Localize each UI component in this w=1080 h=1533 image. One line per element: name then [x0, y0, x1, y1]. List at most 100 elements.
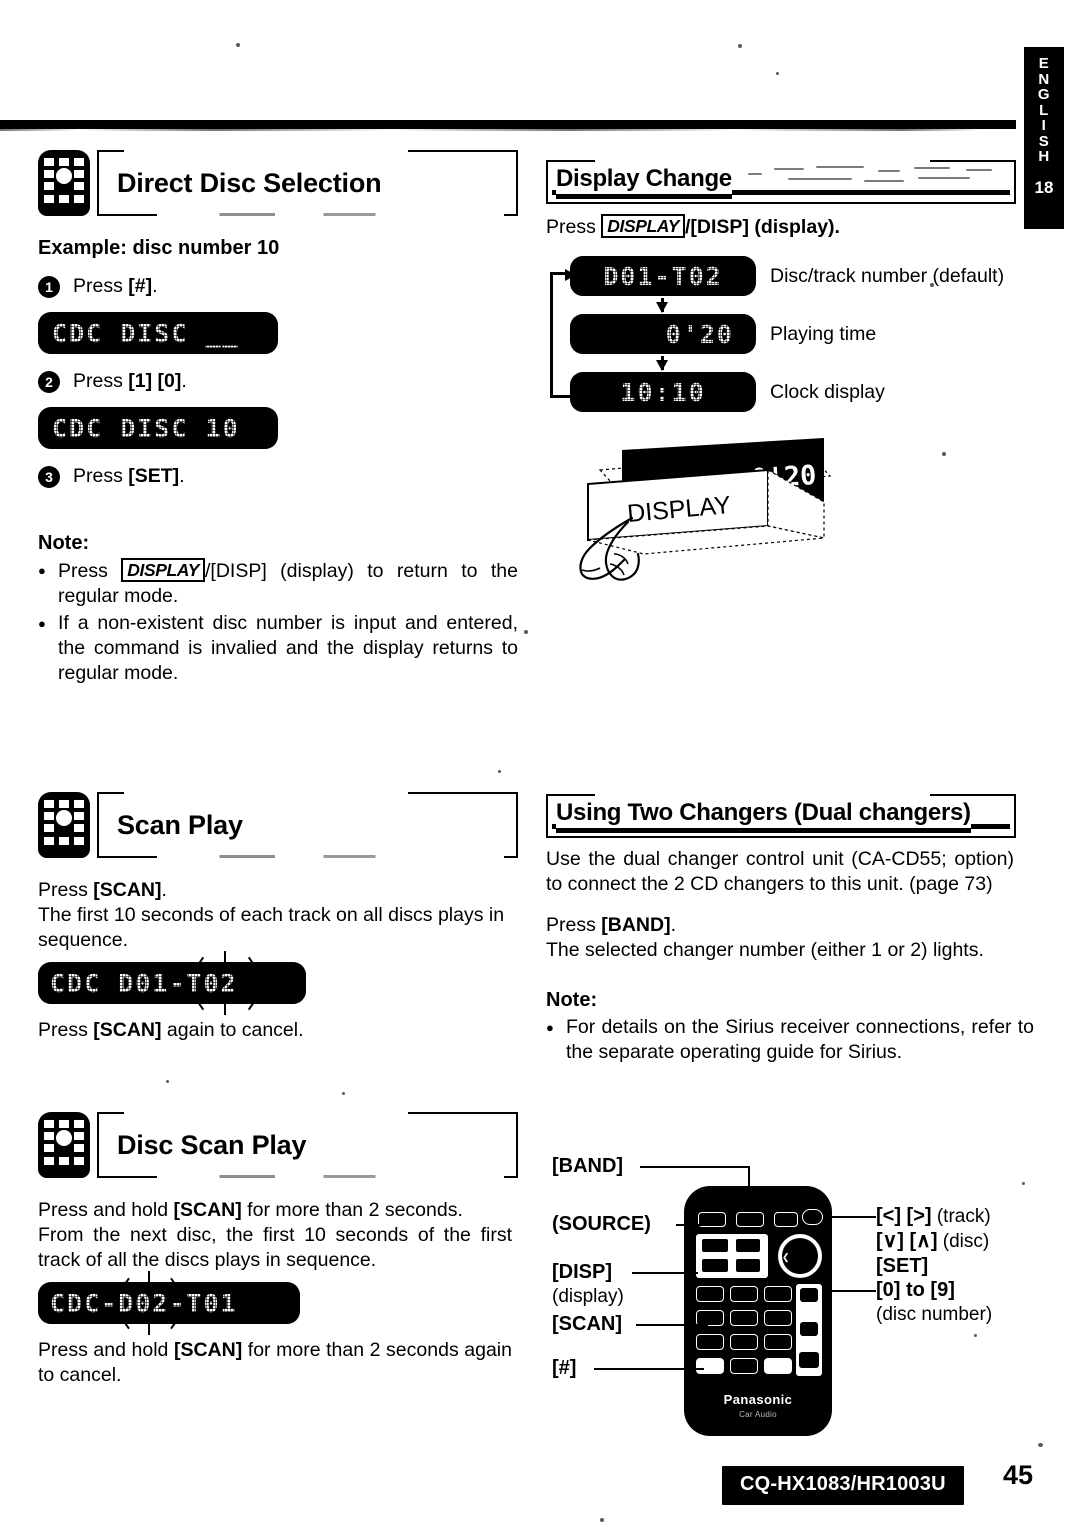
page-number: 45 — [1003, 1460, 1034, 1490]
scan-speck — [524, 630, 528, 634]
note-item: Press DISPLAY/[DISP] (display) to return… — [38, 558, 518, 609]
dial-left-chevron-icon: ❮ — [782, 1252, 790, 1262]
instruction-body: From the next disc, the first 10 seconds… — [38, 1224, 512, 1271]
remote-panel-functions — [696, 1234, 768, 1278]
remote-button-sq[interactable] — [736, 1239, 760, 1252]
remote-volume-panel — [796, 1284, 822, 1376]
scan-speck — [498, 770, 501, 773]
section-title-box: Scan Play — [97, 792, 518, 858]
note-item: For details on the Sirius receiver conne… — [546, 1015, 1034, 1065]
remote-button-scan[interactable] — [736, 1259, 760, 1272]
callout-track-disc-set: [<] [>] (track) [∨] [∧] (disc) [SET] — [876, 1205, 991, 1277]
flow-arrow — [656, 356, 668, 371]
remote-key-hash[interactable] — [696, 1358, 724, 1374]
step-3: 3 Press [SET]. — [38, 465, 518, 488]
leader-line-scan — [636, 1324, 708, 1326]
scan-speck — [776, 72, 779, 75]
flow-loop-arrow — [550, 268, 576, 398]
flow-step: D01-T02 Disc/track number (default) — [570, 256, 1004, 296]
lang-letter: E — [1038, 55, 1050, 72]
section-header: Using Two Changers (Dual changers) — [546, 794, 1016, 838]
remote-button-power[interactable] — [802, 1209, 823, 1225]
remote-button-random[interactable] — [702, 1259, 728, 1272]
model-number-badge: CQ-HX1083/HR1003U — [722, 1466, 964, 1505]
lcd-display-disc-scan: CDC-D02-T01 — [38, 1271, 300, 1335]
leader-line-hash — [594, 1368, 704, 1370]
key-label: [1] [0] — [128, 370, 182, 392]
scan-speck — [600, 1518, 604, 1522]
lang-letter: N — [1038, 70, 1050, 88]
remote-volume-down[interactable] — [800, 1322, 818, 1336]
remote-key-2[interactable] — [730, 1286, 758, 1302]
lcd-display-disc-blank: CDC DISC __ — [38, 312, 278, 354]
callout-source: (SOURCE) — [552, 1213, 651, 1235]
key-label: [#] — [128, 275, 153, 297]
step-text: Press [#]. — [73, 275, 158, 297]
instruction-line: Press and hold [SCAN] for more than 2 se… — [38, 1199, 463, 1221]
example-label: Example: disc number 10 — [38, 237, 280, 259]
scan-speck — [930, 283, 934, 287]
section-title: Disc Scan Play — [117, 1129, 307, 1160]
remote-key-3[interactable] — [764, 1286, 792, 1302]
remote-button-band[interactable] — [736, 1212, 764, 1227]
brand-label: Panasonic — [723, 1392, 793, 1407]
section-title: Direct Disc Selection — [117, 167, 382, 198]
sub-brand-label: Car Audio — [739, 1410, 777, 1419]
display-panel-illustration: 0'20 DISPLAY — [556, 430, 846, 590]
scan-speck — [738, 44, 742, 48]
display-change-flow: D01-T02 Disc/track number (default) 0'20… — [546, 256, 1016, 416]
section-title-box: Direct Disc Selection — [97, 150, 518, 216]
press-display-instruction: Press DISPLAY/[DISP] (display). — [546, 214, 840, 238]
leader-line-band-v — [748, 1166, 750, 1204]
instruction-line: Press [SCAN]. — [38, 879, 167, 901]
manual-page: E N G L I S H 18 Direct Disc Selection E… — [0, 0, 1080, 1533]
remote-key-7[interactable] — [696, 1334, 724, 1350]
disp-key-label: /[DISP] (display). — [685, 216, 840, 238]
remote-key-1[interactable] — [696, 1286, 724, 1302]
key-label: [SET] — [128, 465, 180, 487]
chapter-number: 18 — [1034, 177, 1054, 197]
remote-button-disp[interactable] — [702, 1239, 728, 1252]
remote-key-9[interactable] — [764, 1334, 792, 1350]
display-key-box: DISPLAY — [121, 558, 205, 582]
step-number: 1 — [38, 275, 60, 298]
lcd-disc-track: D01-T02 — [570, 256, 756, 296]
lang-letter: H — [1038, 148, 1050, 165]
leader-line-disp — [632, 1272, 698, 1274]
step-text: Press [1] [0]. — [73, 370, 187, 392]
scan-speck — [166, 1080, 169, 1083]
callout-band: [BAND] — [552, 1155, 624, 1177]
section-header: Disc Scan Play — [38, 1112, 518, 1178]
section-scan-play: Scan Play Press [SCAN]. The first 10 sec… — [38, 792, 518, 1043]
flow-label: Clock display — [770, 380, 885, 403]
scan-speck — [1038, 1443, 1043, 1447]
key-label: [SCAN] — [173, 1199, 242, 1221]
remote-key-5[interactable] — [730, 1310, 758, 1326]
header-rule — [0, 120, 1016, 131]
note-heading: Note: — [38, 532, 90, 554]
leader-line-track — [832, 1216, 876, 1218]
section-disc-scan-play: Disc Scan Play Press and hold [SCAN] for… — [38, 1112, 518, 1388]
step-number: 3 — [38, 465, 60, 488]
section-display-change: Display Change Press DISPLAY/[DISP] (dis… — [546, 160, 1016, 581]
instruction-cancel: Press [SCAN] again to cancel. — [38, 1019, 304, 1041]
leader-line-source — [676, 1224, 708, 1226]
key-label: [SCAN] — [93, 879, 162, 901]
leader-line-numbers — [832, 1290, 876, 1292]
flow-label: Playing time — [770, 322, 877, 345]
remote-key-star[interactable] — [764, 1358, 792, 1374]
dual-changer-paragraph: Use the dual changer control unit (CA-CD… — [546, 848, 1014, 895]
display-key-box: DISPLAY — [601, 214, 686, 238]
remote-volume-up[interactable] — [800, 1288, 818, 1302]
remote-key-0[interactable] — [730, 1358, 758, 1374]
step-text: Press [SET]. — [73, 465, 185, 487]
remote-key-6[interactable] — [764, 1310, 792, 1326]
remote-button-pwr-sec[interactable] — [799, 1352, 819, 1368]
press-band-instruction: Press [BAND]. — [546, 914, 677, 936]
remote-button-mute[interactable] — [774, 1212, 798, 1227]
remote-key-8[interactable] — [730, 1334, 758, 1350]
scan-speck — [1022, 1182, 1025, 1185]
note-heading: Note: — [546, 989, 598, 1011]
scan-speck — [974, 1334, 977, 1337]
scan-speck — [236, 43, 240, 47]
